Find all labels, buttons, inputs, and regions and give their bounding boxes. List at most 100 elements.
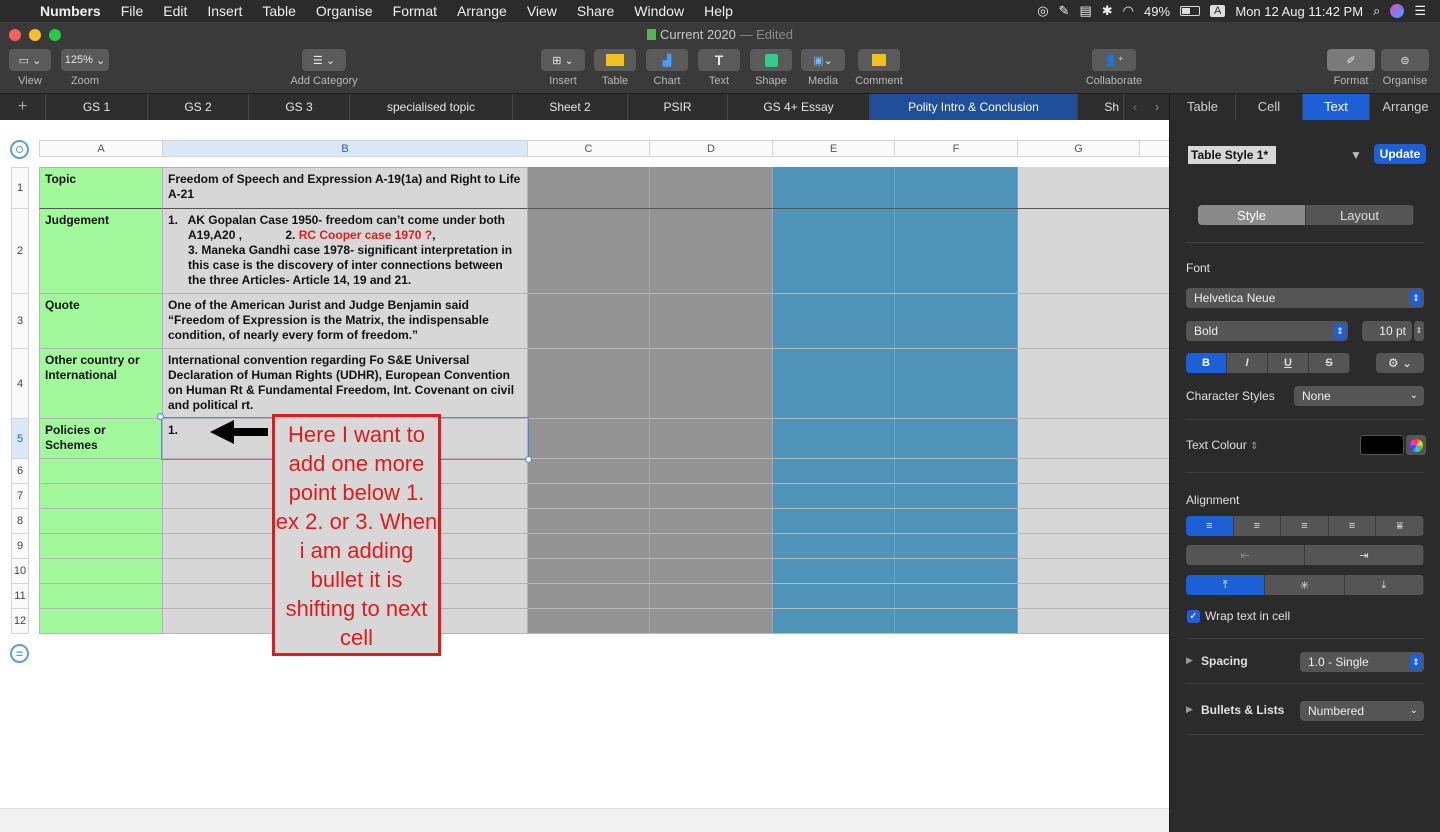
spacing-select[interactable]: 1.0 - Single ⇕: [1300, 652, 1424, 672]
menu-view[interactable]: View: [517, 3, 567, 19]
tab-arrange[interactable]: Arrange: [1370, 94, 1440, 120]
align-auto-icon[interactable]: ⩸: [1376, 516, 1424, 536]
menu-window[interactable]: Window: [624, 3, 694, 19]
font-weight-select[interactable]: Bold ⇕: [1186, 321, 1348, 341]
bluetooth-icon[interactable]: ✱: [1102, 3, 1113, 19]
spacing-disclosure-icon[interactable]: ▶: [1186, 655, 1193, 666]
row-header-3[interactable]: 3: [11, 294, 29, 349]
table-icon[interactable]: [594, 49, 636, 71]
bold-button[interactable]: B: [1186, 353, 1227, 373]
selection-handle-right[interactable]: [525, 456, 532, 463]
align-center-icon[interactable]: ≡: [1233, 516, 1282, 536]
text-colour-swatch[interactable]: [1360, 435, 1404, 455]
add-sheet-button[interactable]: +: [0, 94, 46, 120]
font-family-select[interactable]: Helvetica Neue ⇕: [1186, 288, 1424, 308]
strikethrough-button[interactable]: S: [1309, 353, 1350, 373]
clipboard-icon[interactable]: ▤: [1079, 3, 1091, 19]
align-middle-icon[interactable]: ✳: [1265, 575, 1345, 595]
row-header-8[interactable]: 8: [11, 509, 29, 534]
insert-control[interactable]: ⊞ ⌄ Insert: [540, 49, 586, 87]
collaborate-icon[interactable]: 👤⁺: [1092, 49, 1136, 71]
tab-polity-intro-conclusion[interactable]: Polity Intro & Conclusion: [870, 94, 1078, 120]
cell-a2[interactable]: Judgement: [39, 209, 163, 294]
row-header-1[interactable]: 1: [11, 167, 29, 209]
cell-a7[interactable]: [39, 484, 163, 509]
media-icon[interactable]: ▣ ⌄: [801, 49, 845, 71]
shape-control[interactable]: Shape: [749, 49, 793, 87]
tab-sh[interactable]: Sh: [1078, 94, 1124, 120]
tab-gs3[interactable]: GS 3: [249, 94, 350, 120]
row-header-2[interactable]: 2: [11, 209, 29, 294]
column-header-b[interactable]: B: [163, 140, 528, 157]
table-control[interactable]: Table: [593, 49, 637, 87]
column-header-a[interactable]: A: [39, 140, 163, 157]
wifi-icon[interactable]: ◠: [1123, 3, 1134, 19]
cell-a9[interactable]: [39, 534, 163, 559]
cell-b4[interactable]: International convention regarding Fo S&…: [163, 349, 528, 419]
menu-insert[interactable]: Insert: [197, 3, 252, 19]
creative-cloud-icon[interactable]: ◎: [1037, 3, 1048, 19]
row-header-11[interactable]: 11: [11, 584, 29, 609]
text-options-gear-icon[interactable]: ⚙ ⌄: [1376, 353, 1424, 373]
column-header-c[interactable]: C: [528, 140, 650, 157]
tab-text[interactable]: Text: [1303, 94, 1370, 120]
row-header-4[interactable]: 4: [11, 349, 29, 419]
add-category-control[interactable]: ☰ ⌄ Add Category: [284, 49, 364, 87]
tabs-scroll-right-icon[interactable]: ›: [1146, 100, 1168, 114]
collaborate-control[interactable]: 👤⁺ Collaborate: [1082, 49, 1146, 87]
update-button[interactable]: Update: [1374, 144, 1426, 164]
battery-icon[interactable]: [1180, 6, 1201, 16]
align-top-icon[interactable]: ⤒: [1186, 575, 1266, 595]
menu-share[interactable]: Share: [567, 3, 624, 19]
cell-a10[interactable]: [39, 559, 163, 584]
style-segment[interactable]: Style: [1198, 205, 1306, 225]
layout-segment[interactable]: Layout: [1306, 205, 1414, 225]
spotlight-icon[interactable]: ⌕: [1373, 3, 1380, 19]
menu-organise[interactable]: Organise: [306, 3, 383, 19]
font-size-stepper-icon[interactable]: ⇕: [1414, 321, 1424, 341]
zoom-select[interactable]: 125% ⌄: [61, 49, 109, 71]
tab-gs1[interactable]: GS 1: [46, 94, 148, 120]
character-styles-select[interactable]: None ⌄: [1294, 386, 1424, 406]
siri-icon[interactable]: [1390, 4, 1405, 18]
column-header-e[interactable]: E: [773, 140, 895, 157]
insert-icon[interactable]: ⊞ ⌄: [541, 49, 585, 71]
wrap-text-checkbox[interactable]: ✓: [1187, 610, 1200, 623]
chart-control[interactable]: ▟ Chart: [645, 49, 689, 87]
clock[interactable]: Mon 12 Aug 11:42 PM: [1235, 4, 1363, 19]
decrease-indent-icon[interactable]: ⇤: [1186, 545, 1305, 565]
tab-psir[interactable]: PSIR: [628, 94, 728, 120]
view-control[interactable]: ▭ ⌄ View: [8, 49, 52, 87]
notification-center-icon[interactable]: ☰: [1414, 3, 1426, 19]
tab-specialised-topic[interactable]: specialised topic: [350, 94, 513, 120]
tab-gs2[interactable]: GS 2: [148, 94, 249, 120]
row-header-10[interactable]: 10: [11, 559, 29, 584]
tab-cell[interactable]: Cell: [1236, 94, 1303, 120]
menu-table[interactable]: Table: [252, 3, 305, 19]
row-header-9[interactable]: 9: [11, 534, 29, 559]
tabs-scroll-left-icon[interactable]: ‹: [1124, 100, 1146, 114]
selection-handle-left[interactable]: [157, 413, 164, 420]
align-justify-icon[interactable]: ≡: [1328, 516, 1377, 536]
cell-b2[interactable]: 1. AK Gopalan Case 1950- freedom can’t c…: [163, 209, 528, 294]
format-control[interactable]: ✐ Format: [1326, 49, 1376, 87]
text-icon[interactable]: T: [698, 49, 740, 71]
chart-icon[interactable]: ▟: [646, 49, 688, 71]
column-header-d[interactable]: D: [650, 140, 773, 157]
cell-a6[interactable]: [39, 459, 163, 484]
organise-icon[interactable]: ⊜: [1381, 49, 1429, 71]
format-brush-icon[interactable]: ✐: [1327, 49, 1375, 71]
cell-b1[interactable]: Freedom of Speech and Expression A-19(1a…: [163, 167, 528, 209]
row-header-5[interactable]: 5: [11, 419, 29, 459]
column-header-g[interactable]: G: [1018, 140, 1140, 157]
bullets-disclosure-icon[interactable]: ▶: [1186, 704, 1193, 715]
menu-file[interactable]: File: [111, 3, 154, 19]
tab-sheet2[interactable]: Sheet 2: [513, 94, 628, 120]
pen-icon[interactable]: ✎: [1059, 3, 1070, 19]
cell-a11[interactable]: [39, 584, 163, 609]
sheet-canvas[interactable]: A B C D E F G 1 2 3 4 5 6 7 8 9 10 11 12…: [0, 120, 1169, 832]
comment-icon[interactable]: [858, 49, 900, 71]
cell-a4[interactable]: Other country or International: [39, 349, 163, 419]
cell-a8[interactable]: [39, 509, 163, 534]
align-right-icon[interactable]: ≡: [1281, 516, 1329, 536]
